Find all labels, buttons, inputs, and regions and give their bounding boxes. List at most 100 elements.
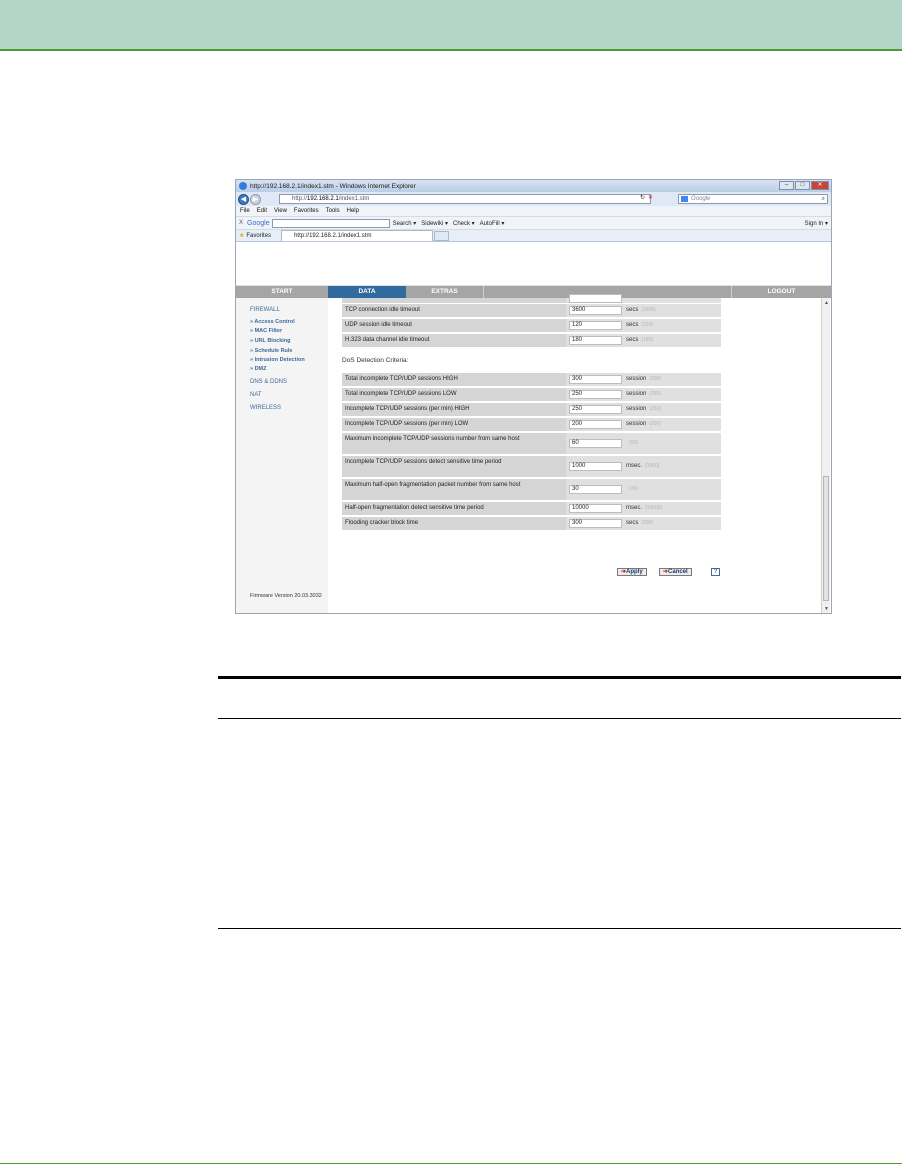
sidebar-item-dns-ddns[interactable]: DNS & DDNS	[250, 379, 287, 385]
setting-input[interactable]: 60	[569, 439, 622, 448]
address-host: 192.168.2.1	[307, 196, 339, 202]
address-bar-row: ◀ ▶ http://192.168.2.1/index1.stm ↻ ✕ Go…	[236, 192, 831, 206]
menu-favorites[interactable]: Favorites	[294, 208, 319, 214]
close-button[interactable]: ✕	[811, 181, 829, 190]
setting-input[interactable]: 1000	[569, 462, 622, 471]
dos-section-title: DoS Detection Criteria:	[342, 357, 409, 364]
vertical-scrollbar[interactable]: ▲ ▼	[821, 298, 830, 613]
divider-thick	[218, 676, 901, 679]
setting-input[interactable]: 300	[569, 519, 622, 528]
setting-unit: msec. (10000)	[626, 505, 662, 511]
address-prefix: http://	[292, 196, 308, 202]
menu-tools[interactable]: Tools	[326, 208, 340, 214]
setting-input[interactable]: 180	[569, 336, 622, 345]
sidebar-item-intrusion-detection[interactable]: » Intrusion Detection	[250, 357, 305, 363]
firmware-version: Firmware Version 20.03.3032	[250, 593, 322, 599]
toolbar-sidewiki-button[interactable]: Sidewiki ▾	[421, 220, 448, 227]
search-icon[interactable]: ⌕	[822, 195, 825, 203]
default-value: (120)	[641, 322, 654, 328]
setting-input[interactable]: 30	[569, 485, 622, 494]
toolbar-check-button[interactable]: Check ▾	[453, 220, 475, 227]
sidebar-item-schedule-rule[interactable]: » Schedule Rule	[250, 348, 293, 354]
sidebar-item-nat[interactable]: NAT	[250, 392, 262, 398]
unit-text: secs	[626, 307, 639, 313]
setting-input[interactable]: 3600	[569, 306, 622, 315]
google-search-input[interactable]	[271, 218, 390, 228]
default-value: (3600)	[641, 307, 656, 313]
setting-label: UDP session idle timeout	[345, 322, 412, 328]
nav-logout[interactable]: LOGOUT	[731, 286, 831, 298]
table-row: H.323 data channel idle timeout 180 secs(…	[342, 334, 721, 348]
setting-input[interactable]: 200	[569, 420, 622, 429]
unit-text: secs	[626, 337, 639, 343]
address-field[interactable]: http://192.168.2.1/index1.stm	[279, 194, 651, 204]
nav-start[interactable]: START	[236, 286, 328, 298]
sidebar-item-firewall[interactable]: FIREWALL	[250, 307, 280, 313]
divider-thin	[218, 928, 901, 929]
setting-input[interactable]: 250	[569, 405, 622, 414]
setting-input[interactable]: 300	[569, 375, 622, 384]
search-placeholder: Google	[691, 196, 711, 202]
menu-view[interactable]: View	[274, 208, 287, 214]
table-row: Half-open fragmentation detect sensitive…	[342, 502, 721, 516]
help-button[interactable]: ?	[711, 568, 720, 576]
menu-file[interactable]: File	[240, 208, 250, 214]
cancel-button[interactable]: ➔Cancel	[659, 568, 692, 576]
browser-tab[interactable]: http://192.168.2.1/index1.stm	[281, 230, 434, 241]
sidebar-item-dmz[interactable]: » DMZ	[250, 366, 267, 372]
toolbar-close-button[interactable]: X	[239, 220, 243, 226]
default-value: (200)	[649, 421, 662, 427]
setting-input[interactable]: 120	[569, 321, 622, 330]
setting-label: Maximum incomplete TCP/UDP sessions numb…	[345, 436, 520, 442]
address-path: /index1.stm	[338, 196, 370, 202]
setting-unit: session (300)	[626, 376, 661, 382]
default-value: (300)	[649, 376, 662, 382]
scroll-down-icon[interactable]: ▼	[824, 606, 829, 612]
unit-text: secs	[626, 520, 639, 526]
table-row: Incomplete TCP/UDP sessions (per min) HI…	[342, 403, 721, 417]
menu-edit[interactable]: Edit	[257, 208, 267, 214]
sidebar-item-wireless[interactable]: WIRELESS	[250, 405, 281, 411]
divider-thin	[218, 718, 901, 719]
apply-label: Apply	[626, 569, 643, 575]
unit-text: session	[626, 406, 647, 412]
page-footer-rule	[0, 1163, 902, 1164]
unit-text: session	[626, 391, 647, 397]
scrollbar-thumb[interactable]	[823, 476, 829, 601]
toolbar-autofill-button[interactable]: AutoFill ▾	[480, 220, 505, 227]
setting-input[interactable]: 250	[569, 390, 622, 399]
setting-unit: session (250)	[626, 406, 661, 412]
forward-button[interactable]: ▶	[250, 193, 261, 205]
minimize-button[interactable]: –	[779, 181, 794, 190]
favorites-button[interactable]: Favorites	[246, 233, 271, 239]
setting-unit: session (200)	[626, 421, 661, 427]
sidebar-item-url-blocking[interactable]: » URL Blocking	[250, 338, 291, 344]
page-header-band	[0, 0, 902, 51]
unit-text: session	[626, 421, 647, 427]
setting-input[interactable]: 10000	[569, 504, 622, 513]
new-tab-button[interactable]	[434, 230, 450, 241]
scroll-up-icon[interactable]: ▲	[824, 300, 829, 306]
default-value: (250)	[649, 406, 662, 412]
stop-icon[interactable]: ✕	[648, 194, 653, 201]
default-value: (10000)	[645, 505, 663, 511]
browser-window-screenshot: http://192.168.2.1/index1.stm - Windows …	[235, 179, 832, 614]
nav-extras[interactable]: EXTRAS	[406, 286, 484, 298]
favorites-star-icon[interactable]: ★	[239, 232, 244, 239]
sidebar-item-mac-filter[interactable]: » MAC Filter	[250, 328, 282, 334]
toolbar-search-button[interactable]: Search ▾	[393, 220, 417, 227]
table-row: UDP session idle timeout 120 secs (120)	[342, 319, 721, 333]
search-field[interactable]: Google ⌕	[678, 194, 828, 204]
sign-in-button[interactable]: Sign In ▾	[805, 220, 828, 227]
refresh-icon[interactable]: ↻	[640, 194, 645, 201]
apply-button[interactable]: ➔Apply	[617, 568, 647, 576]
table-row: Total incomplete TCP/UDP sessions HIGH 3…	[342, 373, 721, 387]
table-row: Total incomplete TCP/UDP sessions LOW 25…	[342, 388, 721, 402]
sidebar-item-access-control[interactable]: » Access Control	[250, 319, 295, 325]
nav-data[interactable]: DATA	[328, 286, 406, 298]
back-button[interactable]: ◀	[238, 193, 249, 205]
table-row: Incomplete TCP/UDP sessions (per min) LO…	[342, 418, 721, 432]
menu-help[interactable]: Help	[347, 208, 359, 214]
page-banner	[236, 254, 831, 286]
maximize-button[interactable]: □	[795, 181, 810, 190]
